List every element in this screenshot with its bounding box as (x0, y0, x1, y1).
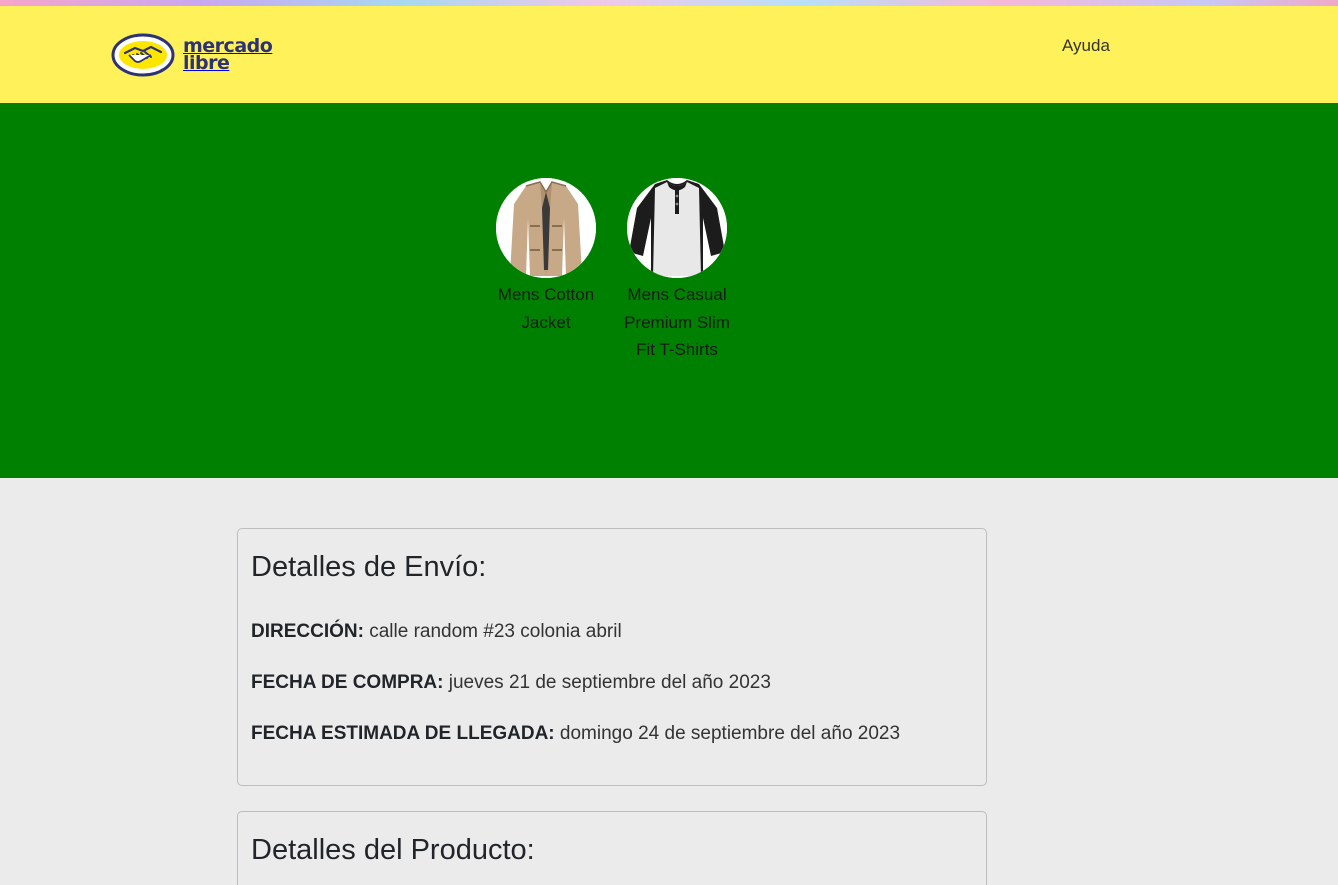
brand-line-2: libre (183, 52, 230, 74)
product-details-title: Detalles del Producto: (251, 834, 535, 866)
address-label: DIRECCIÓN: (251, 621, 364, 642)
help-link[interactable]: Ayuda (1062, 36, 1110, 56)
handshake-logo-icon (111, 33, 175, 77)
arrival-date-row: FECHA ESTIMADA DE LLEGADA: domingo 24 de… (251, 722, 973, 746)
address-value: calle random #23 colonia abril (369, 621, 622, 642)
purchase-date-value: jueves 21 de septiembre del año 2023 (448, 672, 771, 693)
brand-wordmark: mercado libre (183, 37, 273, 74)
product-name: Mens Cotton Jacket (497, 285, 595, 332)
shipping-details-card: Detalles de Envío: DIRECCIÓN: calle rand… (237, 528, 987, 786)
site-header: mercado libre Ayuda (0, 6, 1338, 103)
purchased-products-banner: Mens Cotton Jacket Mens Casual Premium S… (0, 103, 1338, 478)
purchase-date-label: FECHA DE COMPRA: (251, 672, 444, 693)
product-details-card: Detalles del Producto: (237, 811, 987, 885)
arrival-date-label: FECHA ESTIMADA DE LLEGADA: (251, 723, 555, 744)
arrival-date-value: domingo 24 de septiembre del año 2023 (559, 723, 901, 744)
product-item-jacket[interactable]: Mens Cotton Jacket (484, 178, 608, 336)
address-row: DIRECCIÓN: calle random #23 colonia abri… (251, 620, 973, 644)
product-item-tshirt[interactable]: Mens Casual Premium Slim Fit T-Shirts (615, 178, 739, 364)
purchase-date-row: FECHA DE COMPRA: jueves 21 de septiembre… (251, 671, 973, 695)
tshirt-image[interactable] (627, 178, 727, 278)
product-name: Mens Casual Premium Slim Fit T-Shirts (624, 285, 730, 359)
shipping-details-title: Detalles de Envío: (251, 551, 487, 583)
jacket-image[interactable] (496, 178, 596, 278)
mercadolibre-logo[interactable]: mercado libre (111, 32, 281, 78)
